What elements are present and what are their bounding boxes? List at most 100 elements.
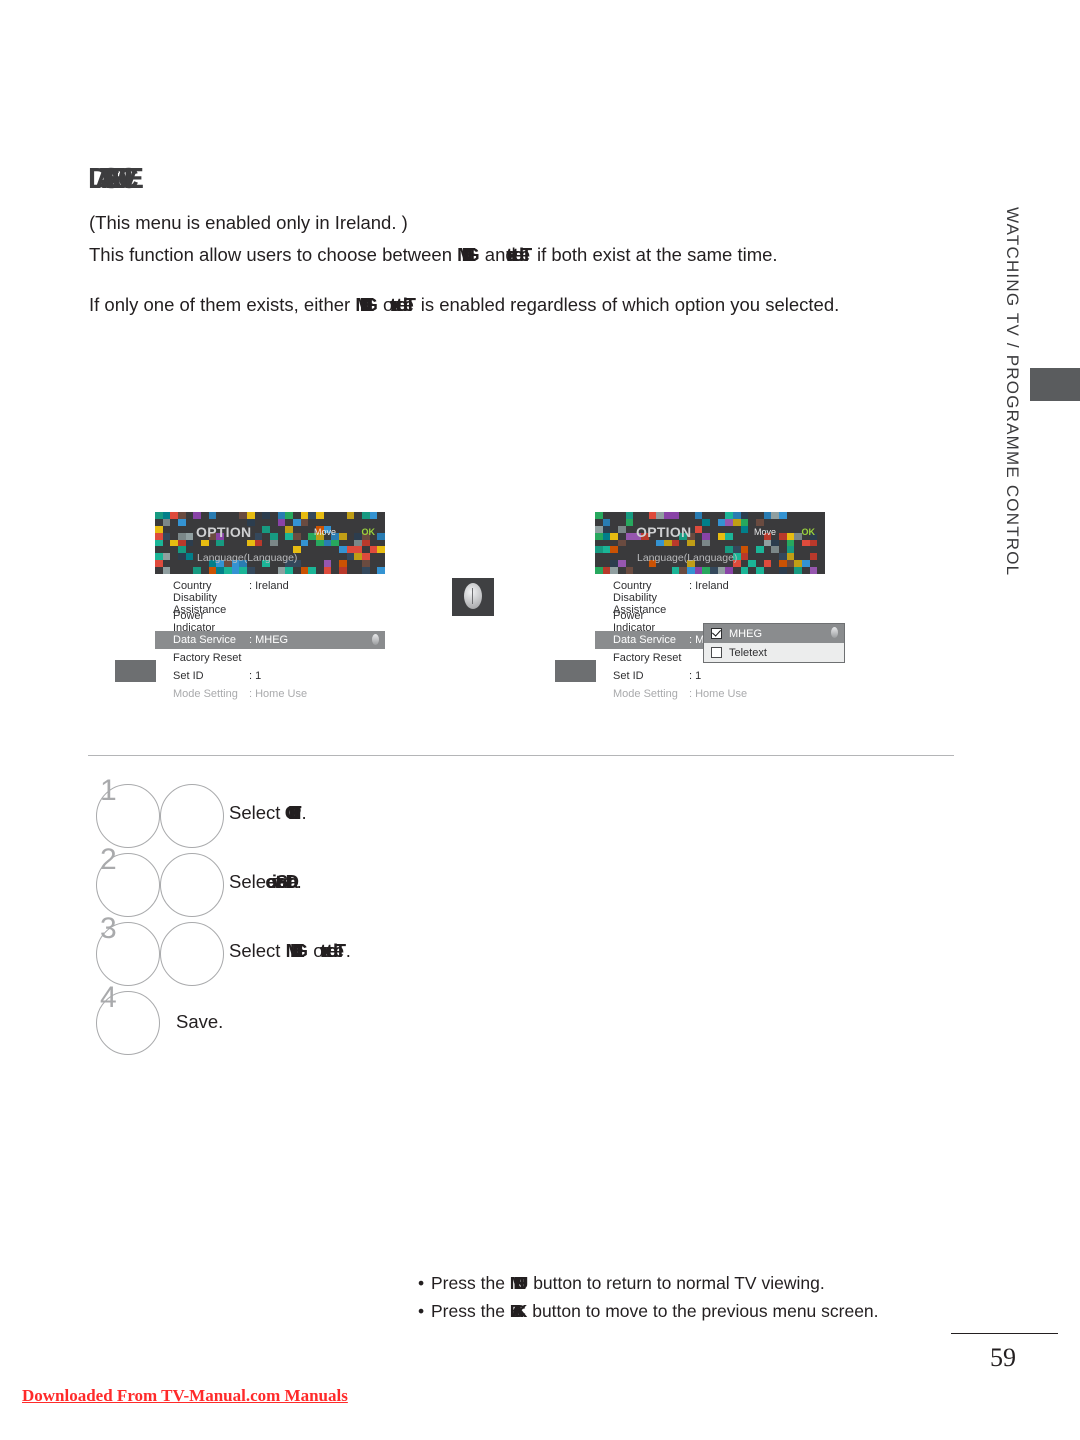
note2-text-b: button to move to the previous menu scre… bbox=[527, 1301, 879, 1321]
osd-header: OPTION Language(Language) Move OK bbox=[155, 512, 385, 574]
step-text-a: Save. bbox=[176, 1011, 224, 1032]
osd-header: OPTION Language(Language) Move OK bbox=[595, 512, 825, 574]
compression-noise bbox=[155, 512, 385, 574]
step-text-mid: or bbox=[308, 940, 335, 961]
osd-row-list: Country: Ireland Disability Assistance Pow… bbox=[155, 574, 385, 703]
step-term-1: MHEG bbox=[285, 940, 308, 961]
osd-row-factory-reset[interactable]: Factory Reset bbox=[155, 649, 385, 667]
osd-row-label: Set ID bbox=[173, 670, 204, 682]
download-watermark[interactable]: Downloaded From TV-Manual.com Manuals bbox=[22, 1386, 348, 1406]
osd-row-value: : Home Use bbox=[249, 688, 308, 700]
osd-move-hint: Move bbox=[313, 527, 336, 537]
intro-paragraph-2: If only one of them exists, either MHEG … bbox=[89, 292, 849, 318]
step-button-circle[interactable] bbox=[96, 853, 160, 917]
osd-row-label: Mode Setting bbox=[613, 688, 678, 700]
compression-noise bbox=[595, 512, 825, 574]
intro-p1-text-b: and bbox=[479, 244, 521, 265]
intro-p1-term-teletext: Teletext bbox=[521, 242, 532, 268]
dropdown-option-mheg[interactable]: MHEG bbox=[704, 624, 844, 643]
note-menu-button: • Press the MENU button to return to norm… bbox=[418, 1273, 825, 1294]
bullet-icon: • bbox=[418, 1273, 425, 1293]
osd-row-value: : Ireland bbox=[249, 580, 289, 592]
osd-row-data-service[interactable]: Data Service : MHEG bbox=[155, 631, 385, 649]
scroll-indicator-icon bbox=[372, 634, 379, 645]
note2-text-a: Press the bbox=[431, 1301, 510, 1321]
osd-menu-title: OPTION bbox=[196, 524, 252, 540]
osd-right-gray-block bbox=[555, 660, 596, 682]
osd-menu-subtitle: Language(Language) bbox=[637, 552, 738, 564]
step-text-a: Select bbox=[229, 871, 286, 892]
scroll-indicator-icon bbox=[831, 627, 838, 638]
step-term-1: Data Service bbox=[286, 871, 297, 893]
intro-p2-term-mheg: MHEG bbox=[355, 294, 377, 315]
step-list: 1Select OPTION.2Select Data Service.3Sel… bbox=[96, 774, 916, 1058]
data-service-dropdown[interactable]: MHEG Teletext bbox=[703, 623, 845, 663]
osd-row-value: : MHEG bbox=[249, 634, 289, 646]
osd-row-value: : Ireland bbox=[689, 580, 729, 592]
intro-p2-text-c: is enabled regardless of which option yo… bbox=[415, 294, 840, 315]
note1-text-b: button to return to normal TV viewing. bbox=[528, 1273, 825, 1293]
step-text: Select MHEG or Teletext. bbox=[229, 940, 351, 962]
intro-paragraph-1: This function allow users to choose betw… bbox=[89, 242, 849, 268]
bullet-icon: • bbox=[418, 1301, 425, 1321]
section-tab-label: WATCHING TV / PROGRAMME CONTROL bbox=[1003, 207, 1022, 577]
osd-move-hint: Move bbox=[753, 527, 776, 537]
osd-screenshot-left: OPTION Language(Language) Move OK Countr… bbox=[115, 512, 385, 703]
dropdown-option-teletext[interactable]: Teletext bbox=[704, 643, 844, 662]
intro-p2-term-teletext: Teletext bbox=[405, 292, 416, 318]
osd-row-label: Country bbox=[173, 580, 212, 592]
step-button-circle[interactable] bbox=[160, 853, 224, 917]
step-text: Save. bbox=[176, 1011, 223, 1033]
step-text-b: . bbox=[345, 940, 351, 961]
step-2: 2Select Data Service. bbox=[96, 843, 916, 920]
step-text-b: . bbox=[301, 802, 307, 823]
step-button-circle[interactable] bbox=[160, 784, 224, 848]
step-button-circle[interactable] bbox=[96, 991, 160, 1055]
footer-rule bbox=[951, 1333, 1058, 1334]
osd-row-label: Data Service bbox=[613, 634, 676, 646]
osd-row-mode-setting[interactable]: Mode Setting : Home Use bbox=[155, 685, 385, 703]
osd-row-label: Data Service bbox=[173, 634, 236, 646]
osd-row-value: : 1 bbox=[689, 670, 702, 682]
note-back-button: • Press the BACK button to move to the pr… bbox=[418, 1301, 879, 1322]
step-term-1: OPTION bbox=[285, 802, 302, 823]
intro-p1-text-a: This function allow users to choose betw… bbox=[89, 244, 458, 265]
page-title: DATA SERVICE bbox=[88, 163, 144, 195]
step-text-b: . bbox=[296, 871, 302, 892]
osd-row-label: Factory Reset bbox=[613, 652, 682, 664]
wheel-knob-icon bbox=[464, 583, 482, 609]
osd-row-mode-setting[interactable]: Mode Setting : Home Use bbox=[595, 685, 825, 703]
osd-row-label: Mode Setting bbox=[173, 688, 238, 700]
osd-row-set-id[interactable]: Set ID : 1 bbox=[155, 667, 385, 685]
intro-note: (This menu is enabled only in Ireland. ) bbox=[89, 212, 408, 233]
osd-row-value: : 1 bbox=[249, 670, 262, 682]
osd-screenshot-right: OPTION Language(Language) Move OK Countr… bbox=[555, 512, 845, 703]
osd-row-value: : Home Use bbox=[689, 688, 748, 700]
ok-wheel-key-icon bbox=[452, 578, 494, 616]
osd-row-set-id[interactable]: Set ID : 1 bbox=[595, 667, 825, 685]
dropdown-option-label: MHEG bbox=[729, 627, 762, 640]
step-text: Select Data Service. bbox=[229, 871, 302, 893]
osd-ok-hint: OK bbox=[361, 527, 376, 537]
intro-p2-text-a: If only one of them exists, either bbox=[89, 294, 356, 315]
osd-row-label: Country bbox=[613, 580, 652, 592]
osd-ok-hint: OK bbox=[801, 527, 816, 537]
page-number: 59 bbox=[990, 1343, 1016, 1372]
step-term-2: Teletext bbox=[335, 940, 346, 962]
checkbox-unchecked-icon[interactable] bbox=[711, 647, 722, 658]
osd-row-label: Factory Reset bbox=[173, 652, 242, 664]
section-divider bbox=[88, 755, 954, 756]
note2-term-back: BACK bbox=[509, 1301, 527, 1321]
note1-term-menu: MENU bbox=[509, 1273, 528, 1293]
step-4: 4 Save. bbox=[96, 981, 916, 1058]
intro-p1-text-c: if both exist at the same time. bbox=[531, 244, 778, 265]
osd-row-power-indicator[interactable]: Power Indicator bbox=[155, 610, 385, 634]
dropdown-option-label: Teletext bbox=[729, 646, 767, 659]
checkbox-checked-icon[interactable] bbox=[711, 628, 722, 639]
step-button-circle[interactable] bbox=[96, 922, 160, 986]
step-button-circle[interactable] bbox=[160, 922, 224, 986]
osd-row-label: Set ID bbox=[613, 670, 644, 682]
intro-p1-term-mheg: MHEG bbox=[457, 244, 479, 265]
osd-menu-title: OPTION bbox=[636, 524, 692, 540]
step-button-circle[interactable] bbox=[96, 784, 160, 848]
